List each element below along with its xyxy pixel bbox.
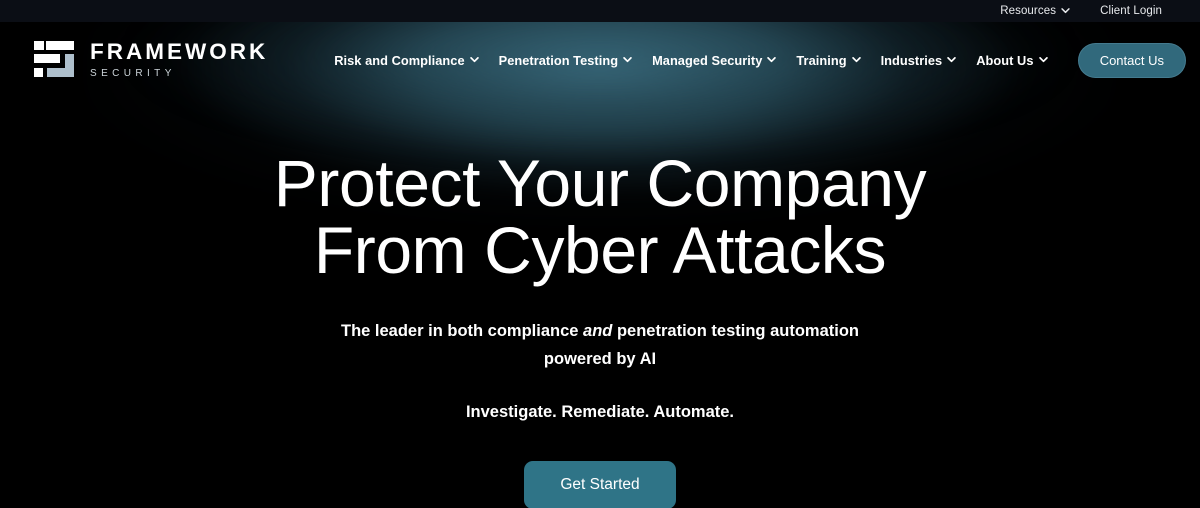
cta-container: Get Started [0, 461, 1200, 508]
hero-subtitle: The leader in both compliance and penetr… [320, 317, 880, 374]
right-edge-strip [1194, 22, 1200, 508]
utility-item-resources-label: Resources [1000, 5, 1057, 17]
get-started-button[interactable]: Get Started [524, 461, 676, 508]
chevron-down-icon [767, 55, 777, 64]
utility-item-client-login-label: Client Login [1100, 5, 1162, 17]
main-navigation-bar: FRAMEWORK SECURITY Risk and Compliance P… [0, 22, 1200, 98]
utility-bar: Resources Client Login [0, 0, 1200, 22]
nav-item-managed-security-label: Managed Security [652, 52, 763, 68]
nav-item-risk-and-compliance-label: Risk and Compliance [334, 52, 465, 68]
contact-us-button[interactable]: Contact Us [1077, 42, 1186, 78]
hero-subtitle-emphasis: and [583, 321, 613, 340]
brand-wordmark: FRAMEWORK SECURITY [90, 38, 269, 80]
utility-item-resources[interactable]: Resources [1000, 5, 1070, 17]
headline-line-1: Protect Your Company [273, 146, 927, 220]
framework-security-logo-icon [32, 39, 76, 81]
chevron-down-icon [469, 55, 479, 64]
utility-item-client-login[interactable]: Client Login [1100, 5, 1162, 17]
brand-name: FRAMEWORK [90, 38, 269, 64]
chevron-down-icon [1061, 6, 1070, 15]
nav-item-penetration-testing[interactable]: Penetration Testing [489, 47, 642, 74]
nav-item-industries-label: Industries [880, 52, 943, 68]
nav-item-training-label: Training [796, 52, 847, 68]
chevron-down-icon [1038, 55, 1048, 64]
chevron-down-icon [623, 55, 632, 64]
nav-item-about-us-label: About Us [976, 52, 1034, 68]
hero-section: FRAMEWORK SECURITY Risk and Compliance P… [0, 22, 1200, 508]
primary-nav: Risk and Compliance Penetration Testing [324, 47, 1077, 74]
brand-logo-link[interactable]: FRAMEWORK SECURITY [32, 39, 268, 81]
nav-item-risk-and-compliance[interactable]: Risk and Compliance [324, 47, 488, 74]
chevron-down-icon [851, 55, 861, 64]
chevron-down-icon [947, 55, 956, 64]
nav-item-managed-security[interactable]: Managed Security [642, 47, 786, 74]
nav-item-industries[interactable]: Industries [871, 47, 967, 74]
hero-subtitle-part-1: The leader in both compliance [341, 321, 584, 340]
brand-subtitle: SECURITY [90, 68, 176, 80]
hero-content: Protect Your Company From Cyber Attacks … [0, 98, 1200, 508]
page-title: Protect Your Company From Cyber Attacks [0, 146, 1200, 288]
hero-tagline: Investigate. Remediate. Automate. [465, 403, 735, 422]
nav-item-about-us[interactable]: About Us [966, 47, 1057, 74]
headline-line-2: From Cyber Attacks [313, 213, 887, 288]
nav-item-penetration-testing-label: Penetration Testing [498, 52, 619, 68]
nav-item-training[interactable]: Training [786, 47, 870, 74]
page-root: Resources Client Login FRAMEWORK SECURIT… [0, 0, 1200, 508]
